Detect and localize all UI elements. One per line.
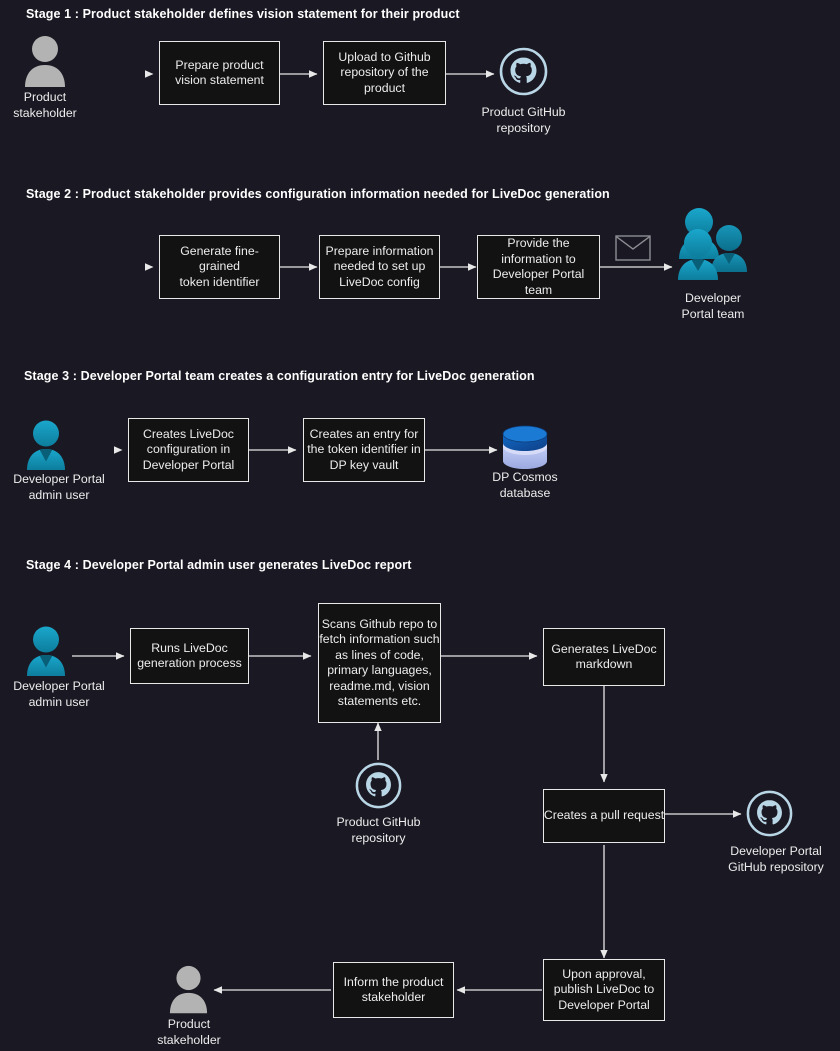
stage-1-step-2[interactable]: Upload to Github repository of the produ… bbox=[323, 41, 446, 105]
stage-4-step-runs-label: Runs LiveDoc generation process bbox=[137, 640, 242, 671]
stage-3-title: Stage 3 : Developer Portal team creates … bbox=[24, 369, 535, 383]
database-icon bbox=[501, 425, 549, 471]
stage-4-actor-label: Developer Portal admin user bbox=[13, 679, 105, 709]
stage-4-step-pull-request[interactable]: Creates a pull request bbox=[543, 789, 665, 843]
stage-4-step-markdown-label: Generates LiveDoc markdown bbox=[551, 641, 657, 672]
stage-2-title: Stage 2 : Product stakeholder provides c… bbox=[26, 187, 610, 201]
github-icon bbox=[355, 762, 402, 809]
person-grey-icon bbox=[22, 35, 68, 91]
connector-layer bbox=[68, 70, 742, 994]
stage-4-step-scans-label: Scans Github repo to fetch information s… bbox=[319, 616, 440, 709]
stage-1-step-1-label: Prepare product vision statement bbox=[175, 57, 264, 88]
stage-3-step-2[interactable]: Creates an entry for the token identifie… bbox=[303, 418, 425, 482]
stage-4-source-repo-label: Product GitHub repository bbox=[336, 815, 421, 845]
stage-3-step-2-label: Creates an entry for the token identifie… bbox=[307, 426, 421, 472]
stage-3-step-1-label: Creates LiveDoc configuration in Develop… bbox=[142, 426, 235, 472]
people-group-teal-icon bbox=[674, 205, 752, 287]
stage-4-step-publish[interactable]: Upon approval, publish LiveDoc to Develo… bbox=[543, 959, 665, 1021]
stage-4-final-actor-label: Product stakeholder bbox=[157, 1017, 221, 1047]
stage-4-step-inform-label: Inform the product stakeholder bbox=[343, 974, 444, 1005]
person-teal-icon bbox=[24, 420, 68, 474]
person-teal-icon bbox=[24, 626, 68, 680]
stage-1-target-label: Product GitHub repository bbox=[481, 105, 566, 135]
github-icon bbox=[499, 47, 548, 96]
stage-3-actor-label: Developer Portal admin user bbox=[13, 472, 105, 502]
stage-1-step-1[interactable]: Prepare product vision statement bbox=[159, 41, 280, 105]
stage-4-pr-target-label: Developer Portal GitHub repository bbox=[728, 844, 824, 874]
stage-3-target-label: DP Cosmos database bbox=[492, 470, 558, 500]
stage-3-step-1[interactable]: Creates LiveDoc configuration in Develop… bbox=[128, 418, 249, 482]
stage-4-step-scans[interactable]: Scans Github repo to fetch information s… bbox=[318, 603, 441, 723]
stage-4-step-inform[interactable]: Inform the product stakeholder bbox=[333, 962, 454, 1018]
envelope-icon bbox=[615, 235, 651, 261]
stage-2-step-1[interactable]: Generate fine-grained token identifier bbox=[159, 235, 280, 299]
stage-4-step-markdown[interactable]: Generates LiveDoc markdown bbox=[543, 628, 665, 686]
stage-4-step-pull-request-label: Creates a pull request bbox=[543, 808, 665, 823]
person-grey-icon bbox=[166, 965, 211, 1017]
stage-2-target-label: Developer Portal team bbox=[681, 291, 745, 321]
stage-2-step-3-label: Provide the information to Developer Por… bbox=[492, 236, 585, 297]
github-icon bbox=[746, 790, 793, 837]
stage-4-step-runs[interactable]: Runs LiveDoc generation process bbox=[130, 628, 249, 684]
stage-1-title: Stage 1 : Product stakeholder defines vi… bbox=[26, 7, 460, 21]
stage-4-title: Stage 4 : Developer Portal admin user ge… bbox=[26, 558, 412, 572]
stage-4-step-publish-label: Upon approval, publish LiveDoc to Develo… bbox=[553, 966, 655, 1012]
stage-1-actor-label: Product stakeholder bbox=[13, 90, 77, 120]
stage-2-step-2[interactable]: Prepare information needed to set up Liv… bbox=[319, 235, 440, 299]
stage-2-step-2-label: Prepare information needed to set up Liv… bbox=[325, 243, 434, 289]
stage-1-step-2-label: Upload to Github repository of the produ… bbox=[338, 49, 431, 95]
stage-2-step-1-label: Generate fine-grained token identifier bbox=[179, 243, 260, 289]
stage-2-step-3[interactable]: Provide the information to Developer Por… bbox=[477, 235, 600, 299]
